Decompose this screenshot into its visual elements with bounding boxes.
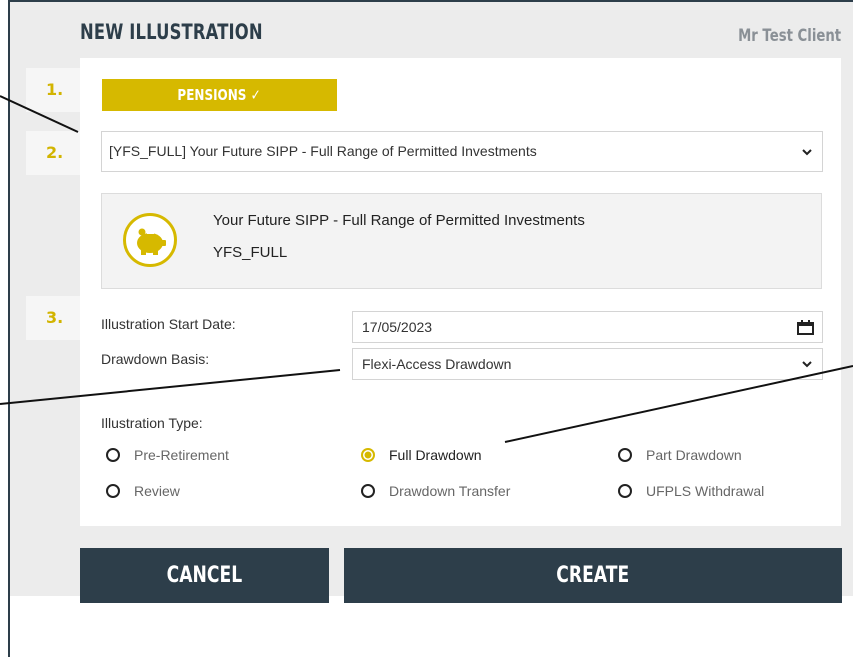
annotation-lines (0, 95, 853, 443)
annotation-line-drawdown-basis (0, 369, 341, 405)
annotation-line-product (0, 95, 79, 133)
annotation-line-full-drawdown (504, 365, 853, 443)
